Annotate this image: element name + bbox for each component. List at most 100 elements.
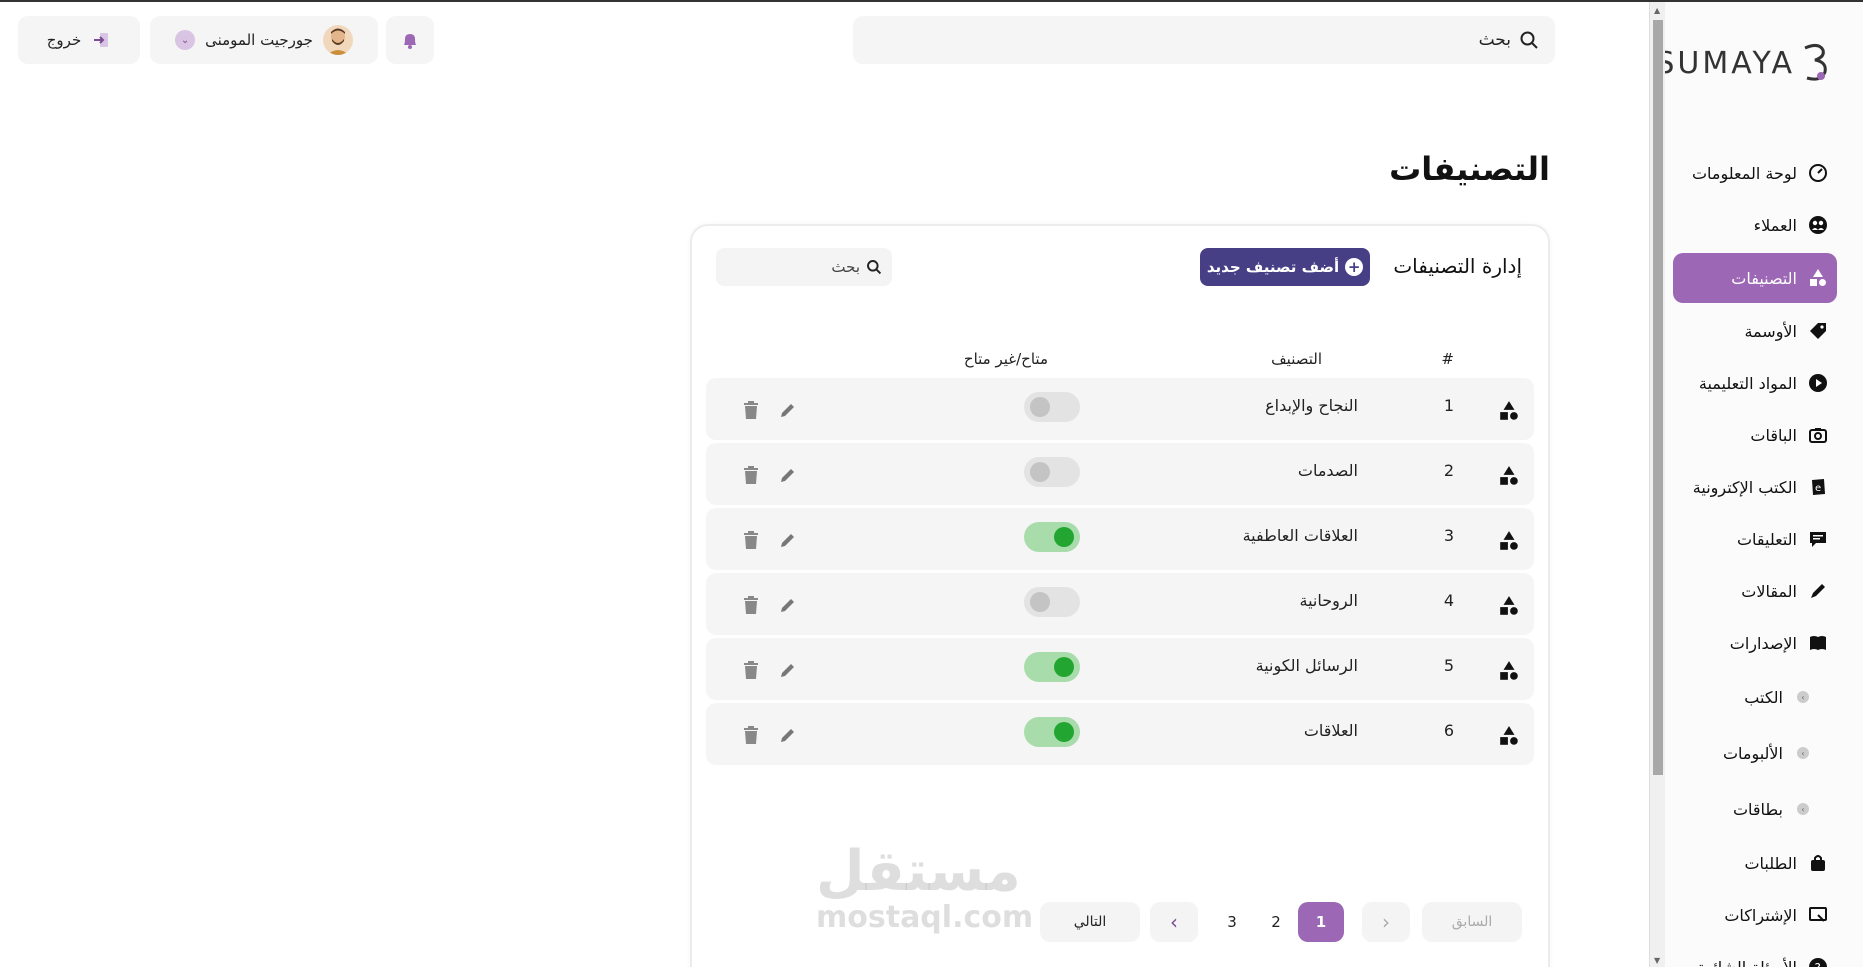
row-category-name: الصدمات (1297, 461, 1358, 480)
sidebar-item-label: الإشتراكات (1724, 905, 1797, 925)
gauge-icon (1807, 162, 1829, 184)
row-category-name: الرسائل الكونية (1255, 656, 1358, 675)
add-category-label: أضف تصنيف جديد (1206, 258, 1340, 276)
help-icon: ? (1807, 956, 1829, 967)
sidebar-item-orders[interactable]: الطلبات (1673, 837, 1837, 889)
shapes-icon (1498, 465, 1520, 487)
card-title: إدارة التصنيفات (1393, 254, 1522, 278)
shapes-icon (1498, 660, 1520, 682)
sidebar-item-dashboard[interactable]: لوحة المعلومات (1673, 147, 1837, 199)
pagination-next-button[interactable]: التالي (1040, 902, 1140, 942)
card-search-input[interactable]: بحث (716, 248, 892, 286)
toggle-knob (1030, 592, 1050, 612)
sidebar-item-faq[interactable]: ? الأسئلة الشائعة (1673, 941, 1837, 967)
sidebar-item-label: الباقات (1750, 425, 1797, 445)
logo-mark-icon (1804, 43, 1827, 81)
trash-icon[interactable] (742, 725, 762, 747)
sidebar-item-tags[interactable]: الأوسمة (1673, 305, 1837, 357)
sidebar-item-comments[interactable]: التعليقات (1673, 513, 1837, 565)
add-category-button[interactable]: + أضف تصنيف جديد (1200, 248, 1370, 286)
edit-icon[interactable] (778, 660, 800, 682)
edit-icon[interactable] (778, 725, 800, 747)
logout-label: خروج (46, 31, 82, 49)
sidebar-item-label: الإصدارات (1729, 633, 1797, 653)
logo-text: SUMAYA (1665, 45, 1795, 81)
edit-icon[interactable] (778, 595, 800, 617)
edit-icon[interactable] (778, 465, 800, 487)
chevron-left-icon[interactable]: ‹ (1150, 902, 1198, 942)
scroll-up-icon[interactable]: ▲ (1654, 6, 1660, 15)
subscription-icon (1807, 904, 1829, 926)
plus-icon: + (1345, 258, 1364, 276)
sidebar-item-label: التعليقات (1736, 529, 1797, 549)
trash-icon[interactable] (742, 400, 762, 422)
sidebar-item-releases[interactable]: الإصدارات (1673, 617, 1837, 669)
logout-icon (94, 33, 109, 47)
column-header-availability: متاح/غير متاح (963, 350, 1048, 368)
brand-logo[interactable]: SUMAYA (1665, 38, 1833, 88)
availability-toggle[interactable] (1024, 392, 1080, 422)
user-menu-button[interactable]: ⌄ جورجيت المومنى (150, 16, 378, 64)
shapes-icon (1498, 400, 1520, 422)
users-icon (1807, 214, 1829, 236)
comment-icon (1807, 528, 1829, 550)
toggle-knob (1030, 462, 1050, 482)
table-row: 4 الروحانية (706, 573, 1534, 635)
sidebar-item-label: الأسئلة الشائعة (1697, 957, 1797, 967)
scrollbar-thumb[interactable] (1653, 20, 1663, 775)
toggle-knob (1030, 397, 1050, 417)
play-icon (1807, 372, 1829, 394)
sidebar-item-ebooks[interactable]: e الكتب الإكترونية (1673, 461, 1837, 513)
chevron-right-icon[interactable]: › (1362, 902, 1410, 942)
sidebar-subitem-cards[interactable]: ‹ بطاقات (1673, 781, 1837, 837)
row-category-name: العلاقات العاطفية (1242, 526, 1358, 545)
toggle-knob (1054, 722, 1074, 742)
availability-toggle[interactable] (1024, 522, 1080, 552)
edit-icon[interactable] (778, 400, 800, 422)
trash-icon[interactable] (742, 660, 762, 682)
table-header: # التصنيف متاح/غير متاح (692, 350, 1548, 370)
header-search[interactable]: بحث (853, 16, 1555, 64)
sidebar-item-clients[interactable]: العملاء (1673, 199, 1837, 251)
sidebar-item-label: بطاقات (1732, 799, 1783, 819)
table-row: 1 النجاح والإبداع (706, 378, 1534, 440)
sidebar-item-subscriptions[interactable]: الإشتراكات (1673, 889, 1837, 941)
availability-toggle[interactable] (1024, 652, 1080, 682)
page-scrollbar[interactable]: ▲ ▼ (1649, 2, 1665, 967)
availability-toggle[interactable] (1024, 457, 1080, 487)
user-name: جورجيت المومنى (205, 31, 313, 49)
table-row: 6 العلاقات (706, 703, 1534, 765)
sidebar-subitem-albums[interactable]: ‹ الألبومات (1673, 725, 1837, 781)
pagination-previous-button[interactable]: السابق (1422, 902, 1522, 942)
pagination-page-3[interactable]: 3 (1212, 902, 1252, 942)
sidebar-item-categories[interactable]: التصنيفات (1673, 253, 1837, 303)
sidebar-item-label: الألبومات (1722, 743, 1783, 763)
trash-icon[interactable] (742, 465, 762, 487)
logout-button[interactable]: خروج (18, 16, 140, 64)
edit-icon[interactable] (778, 530, 800, 552)
shapes-icon (1498, 595, 1520, 617)
scroll-down-icon[interactable]: ▼ (1654, 956, 1660, 965)
pagination-page-2[interactable]: 2 (1256, 902, 1296, 942)
sidebar-subitem-books[interactable]: ‹ الكتب (1673, 669, 1837, 725)
tag-icon (1807, 320, 1829, 342)
availability-toggle[interactable] (1024, 717, 1080, 747)
book-icon (1807, 632, 1829, 654)
bag-icon (1807, 852, 1829, 874)
sidebar-item-label: الكتب (1744, 687, 1783, 707)
trash-icon[interactable] (742, 530, 762, 552)
sidebar-item-learning-materials[interactable]: المواد التعليمية (1673, 357, 1837, 409)
sidebar-item-label: المواد التعليمية (1698, 373, 1797, 393)
sidebar-item-articles[interactable]: المقالات (1673, 565, 1837, 617)
notifications-button[interactable] (386, 16, 434, 64)
sidebar-nav: لوحة المعلومات العملاء التصنيفات الأوسمة… (1673, 147, 1837, 967)
sidebar-item-label: الكتب الإكترونية (1692, 477, 1797, 497)
row-index: 5 (1443, 656, 1454, 675)
sidebar-item-packages[interactable]: الباقات (1673, 409, 1837, 461)
row-category-name: الروحانية (1299, 591, 1359, 610)
column-header-category: التصنيف (1271, 350, 1322, 368)
availability-toggle[interactable] (1024, 587, 1080, 617)
row-index: 4 (1443, 591, 1454, 610)
pagination-page-1[interactable]: 1 (1298, 902, 1344, 942)
trash-icon[interactable] (742, 595, 762, 617)
